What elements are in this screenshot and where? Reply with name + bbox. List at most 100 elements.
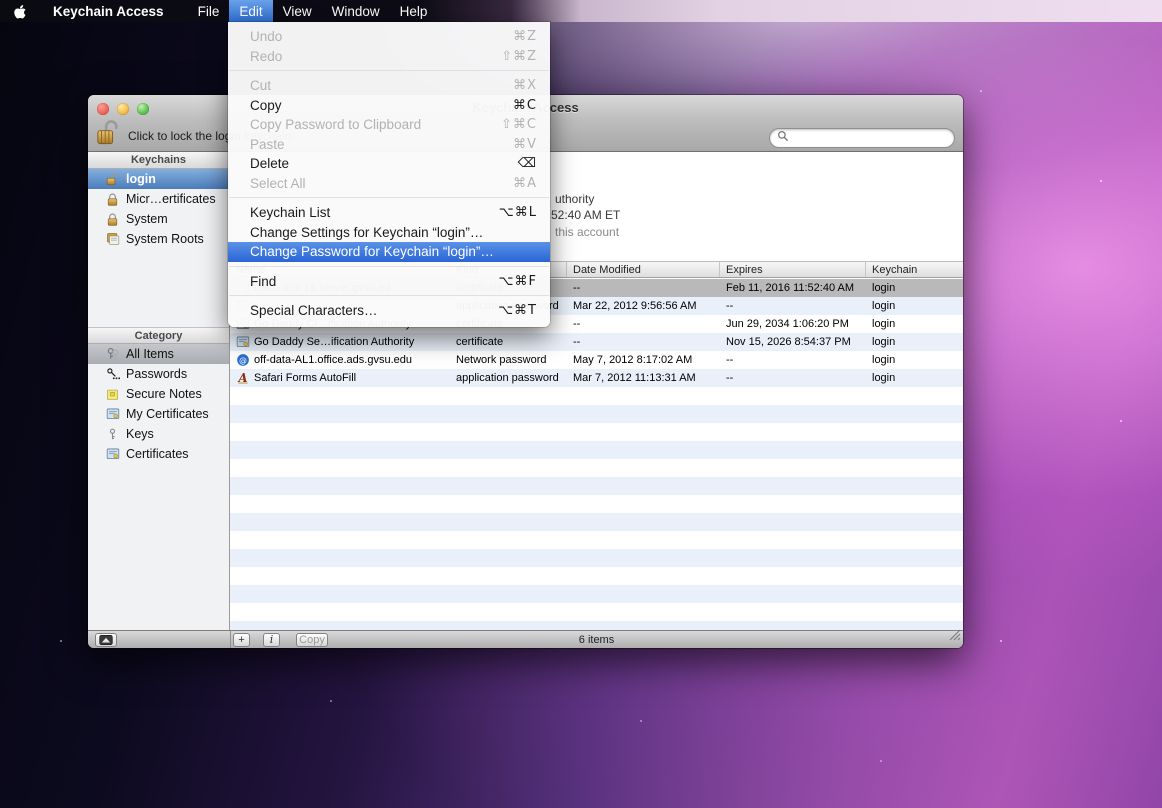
svg-text:@: @ (239, 356, 247, 365)
autofill-a-icon: A (236, 371, 250, 385)
sidebar-item-all-items[interactable]: All Items (88, 344, 229, 364)
menu-item-paste: Paste⌘V (228, 135, 550, 155)
sidebar-item-label: System (126, 212, 168, 226)
sidebar-item-label: Keys (126, 427, 154, 441)
cell-expires: Jun 29, 2034 1:06:20 PM (726, 318, 849, 330)
table-row[interactable]: @off-data-AL1.office.ads.gvsu.eduNetwork… (230, 351, 963, 369)
sidebar-item-label: login (126, 172, 156, 186)
cell-expires: -- (726, 372, 733, 384)
cell-keychain: login (872, 318, 895, 330)
menubar-item-keychain-access[interactable]: Keychain Access (39, 0, 188, 22)
menu-item-label: Find (250, 274, 499, 289)
menu-item-label: Copy (250, 98, 513, 113)
sidebar-item-label: Certificates (126, 447, 189, 461)
menu-item-label: Change Settings for Keychain “login”… (250, 225, 537, 240)
column-header-date-modified[interactable]: Date Modified (567, 262, 720, 277)
menu-item-shortcut: ⇧⌘Z (501, 49, 537, 64)
table-row[interactable]: ASafari Forms AutoFillapplication passwo… (230, 369, 963, 387)
cell-modified: -- (573, 336, 580, 348)
cell-keychain: login (872, 336, 895, 348)
sidebar-item-login[interactable]: login (88, 169, 229, 189)
sidebar: Keychains login Micr…ertificates System Sys… (88, 152, 230, 630)
panel-toggle-icon (99, 635, 113, 645)
menubar-item-edit[interactable]: Edit (229, 0, 272, 22)
sidebar-item-passwords[interactable]: Passwords (88, 364, 229, 384)
menu-item-shortcut: ⌥⌘F (499, 274, 537, 289)
menu-item-label: Cut (250, 78, 513, 93)
category-section-header: Category (88, 327, 229, 344)
cell-keychain: login (872, 354, 895, 366)
menubar-item-window[interactable]: Window (322, 0, 390, 22)
status-bar: + i Copy 6 items (88, 630, 963, 648)
menu-item-keychain-list[interactable]: Keychain List⌥⌘L (228, 203, 550, 223)
items-count-label: 6 items (230, 634, 963, 646)
sidebar-item-certificates[interactable]: Certificates (88, 444, 229, 464)
empty-row (230, 567, 963, 585)
empty-row (230, 405, 963, 423)
empty-row (230, 441, 963, 459)
menu-item-change-settings-for-keychain-login[interactable]: Change Settings for Keychain “login”… (228, 223, 550, 243)
open-padlock-icon (96, 119, 120, 152)
menu-item-label: Undo (250, 29, 513, 44)
column-header-keychain[interactable]: Keychain (866, 262, 963, 277)
cert-stack-icon (106, 232, 120, 246)
menu-item-shortcut: ⌘X (513, 78, 537, 93)
cell-expires: Nov 15, 2026 8:54:37 PM (726, 336, 851, 348)
sidebar-item-secure-notes[interactable]: Secure Notes (88, 384, 229, 404)
locked-padlock-icon (106, 193, 119, 206)
key-icon (106, 428, 119, 441)
magnifier-icon (777, 130, 789, 142)
menu-item-cut: Cut⌘X (228, 76, 550, 96)
password-key-icon (106, 367, 120, 381)
menubar-item-help[interactable]: Help (390, 0, 438, 22)
menu-item-select-all: Select All⌘A (228, 174, 550, 194)
cell-expires: Feb 11, 2016 11:52:40 AM (726, 282, 854, 294)
menu-item-find[interactable]: Find⌥⌘F (228, 272, 550, 292)
sidebar-item-system-roots[interactable]: System Roots (88, 229, 229, 249)
certificate-icon (106, 407, 120, 421)
cell-name: Go Daddy Se…ification Authority (254, 336, 414, 348)
search-input[interactable] (769, 128, 955, 148)
menu-item-shortcut: ⌘A (513, 176, 537, 191)
column-header-expires[interactable]: Expires (720, 262, 866, 277)
empty-row (230, 513, 963, 531)
cell-name: Safari Forms AutoFill (254, 372, 356, 384)
cell-expires: -- (726, 354, 733, 366)
menu-item-special-characters[interactable]: Special Characters…⌥⌘T (228, 301, 550, 321)
menu-item-delete[interactable]: Delete⌫ (228, 154, 550, 174)
empty-row (230, 423, 963, 441)
cell-kind: certificate (456, 336, 503, 348)
apple-menu[interactable] (0, 0, 39, 22)
menu-item-change-password-for-keychain-login[interactable]: Change Password for Keychain “login”… (228, 242, 550, 262)
item-table: cisco-acs-1a.server.gvsu.ed…certificate-… (230, 279, 963, 630)
cell-name: off-data-AL1.office.ads.gvsu.edu (254, 354, 412, 366)
detail-fragment-expires: 52:40 AM ET (551, 208, 620, 222)
detail-fragment-trust: this account (555, 225, 619, 239)
menu-item-label: Delete (250, 156, 518, 171)
menu-item-shortcut: ⌘C (513, 98, 537, 113)
menu-separator (229, 197, 549, 199)
sidebar-item-my-certificates[interactable]: My Certificates (88, 404, 229, 424)
sidebar-item-system[interactable]: System (88, 209, 229, 229)
sidebar-item-micr-ertificates[interactable]: Micr…ertificates (88, 189, 229, 209)
category-list: All ItemsPasswords Secure Notes My Certifi… (88, 344, 229, 464)
menubar-item-view[interactable]: View (273, 0, 322, 22)
cell-modified: May 7, 2012 8:17:02 AM (573, 354, 692, 366)
empty-row (230, 621, 963, 630)
menu-item-shortcut: ⌫ (518, 156, 537, 171)
sidebar-item-label: Micr…ertificates (126, 192, 216, 206)
cell-expires: -- (726, 300, 733, 312)
resize-grip-icon[interactable] (948, 628, 961, 646)
keychains-section-header: Keychains (88, 152, 229, 169)
sidebar-item-keys[interactable]: Keys (88, 424, 229, 444)
keys-icon (106, 347, 120, 361)
menu-item-shortcut: ⇧⌘C (501, 117, 537, 132)
menubar-item-file[interactable]: File (188, 0, 230, 22)
table-row[interactable]: Go Daddy Se…ification Authority certifica… (230, 333, 963, 351)
toggle-keychains-button[interactable] (95, 633, 117, 647)
empty-row (230, 459, 963, 477)
magnifier-icon (777, 129, 789, 147)
menu-item-shortcut: ⌥⌘T (498, 303, 537, 318)
menu-item-copy[interactable]: Copy⌘C (228, 96, 550, 116)
sidebar-item-label: Secure Notes (126, 387, 202, 401)
